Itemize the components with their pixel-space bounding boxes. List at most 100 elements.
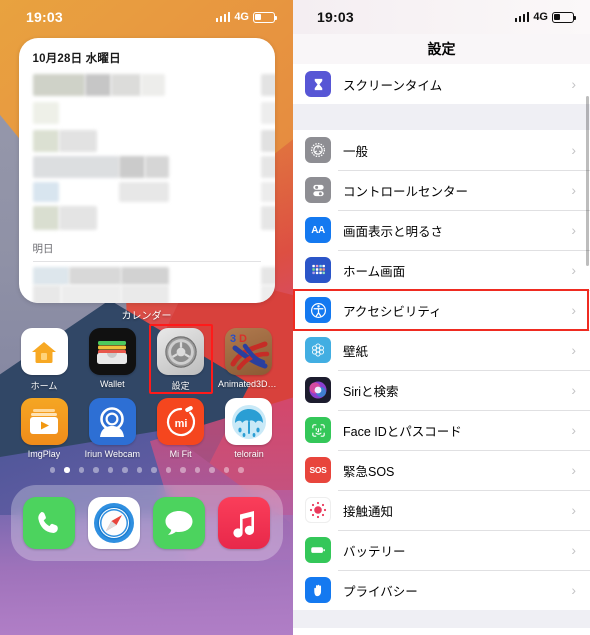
animated3d-app-icon: 3 D xyxy=(225,328,273,375)
app-grid: ホーム Wallet 設定 3 D Animated3DK... ImgPlay… xyxy=(0,322,293,459)
wallpaper-flower-icon xyxy=(305,337,331,363)
page-indicator-dots[interactable] xyxy=(0,467,293,473)
settings-row-label: 一般 xyxy=(343,144,369,159)
app-row-2: ImgPlay Iriun Webcam mi Mi Fit telorain xyxy=(14,398,279,459)
sidebar-item-privacy[interactable]: プライバシー › xyxy=(293,570,590,610)
sidebar-item-app-store[interactable]: App Store › xyxy=(293,628,590,635)
app-telorain[interactable]: telorain xyxy=(219,398,279,459)
settings-row-label: 画面表示と明るさ xyxy=(343,224,444,239)
settings-app-icon xyxy=(157,328,205,375)
app-label: Iriun Webcam xyxy=(84,449,140,459)
settings-row-label: アクセシビリティ xyxy=(343,304,442,319)
app-label: Mi Fit xyxy=(169,449,192,459)
chevron-right-icon: › xyxy=(571,582,576,598)
sidebar-item-home-screen[interactable]: ホーム画面 › xyxy=(293,250,590,290)
chevron-right-icon: › xyxy=(571,542,576,558)
widget-tomorrow-label: 明日 xyxy=(32,243,54,255)
sidebar-item-control-center[interactable]: コントロールセンター › xyxy=(293,170,590,210)
network-type-label: 4G xyxy=(533,11,548,23)
sos-icon: SOS xyxy=(305,457,331,483)
wallet-app-icon xyxy=(88,328,136,375)
chevron-right-icon: › xyxy=(571,502,576,518)
widget-date-label: 10月28日 水曜日 xyxy=(32,53,121,65)
settings-row-label: Face IDとパスコード xyxy=(343,424,462,439)
exposure-notification-icon xyxy=(305,497,331,523)
settings-row-label: スクリーンタイム xyxy=(343,78,443,93)
battery-setting-icon xyxy=(305,537,331,563)
settings-row-label: 壁紙 xyxy=(343,344,369,359)
app-iriun-webcam[interactable]: Iriun Webcam xyxy=(82,398,142,459)
home-status-bar: 19:03 4G xyxy=(0,0,293,34)
sidebar-item-face-id-passcode[interactable]: Face IDとパスコード › xyxy=(293,410,590,450)
settings-status-bar: 19:03 4G xyxy=(293,0,590,34)
network-type-label: 4G xyxy=(234,11,249,23)
sidebar-item-display-brightness[interactable]: AA 画面表示と明るさ › xyxy=(293,210,590,250)
chevron-right-icon: › xyxy=(571,262,576,278)
app-animated3d[interactable]: 3 D Animated3DK... xyxy=(217,328,280,392)
vertical-scrollbar[interactable] xyxy=(586,96,589,266)
phone-icon[interactable] xyxy=(23,496,75,549)
faceid-icon xyxy=(305,417,331,443)
hourglass-icon xyxy=(305,71,331,97)
section-gap-2 xyxy=(293,610,590,628)
ios-settings-screen: 19:03 4G 設定 スクリーンタイム › 一般 › コントロールセンター ›… xyxy=(293,0,590,635)
app-wallet[interactable]: Wallet xyxy=(82,328,142,392)
signal-strength-icon xyxy=(215,12,231,22)
widget-tomorrow-events-blurred xyxy=(32,265,275,303)
widget-events-blurred xyxy=(32,72,275,237)
calendar-widget[interactable]: 10月28日 水曜日 明日 xyxy=(18,38,275,303)
app-label: 設定 xyxy=(171,381,190,391)
chevron-right-icon: › xyxy=(571,182,576,198)
settings-row-label: 接触通知 xyxy=(343,504,394,519)
telorain-app-icon xyxy=(225,398,273,445)
chevron-right-icon: › xyxy=(571,382,576,398)
settings-row-label: バッテリー xyxy=(343,544,406,559)
app-label: ImgPlay xyxy=(27,449,61,459)
settings-row-label: コントロールセンター xyxy=(343,184,469,199)
app-imgplay[interactable]: ImgPlay xyxy=(14,398,74,459)
settings-row-label: プライバシー xyxy=(343,584,418,599)
accessibility-icon xyxy=(305,297,331,323)
svg-text:mi: mi xyxy=(174,418,187,430)
home-app-icon xyxy=(20,328,68,375)
app-label: Wallet xyxy=(99,379,125,389)
status-time: 19:03 xyxy=(317,9,354,25)
mifit-app-icon: mi xyxy=(157,398,205,445)
settings-row-label: ホーム画面 xyxy=(343,264,406,279)
sidebar-item-siri-search[interactable]: Siriと検索 › xyxy=(293,370,590,410)
sidebar-item-general[interactable]: 一般 › xyxy=(293,130,590,170)
sidebar-item-exposure-notification[interactable]: 接触通知 › xyxy=(293,490,590,530)
privacy-hand-icon xyxy=(305,577,331,603)
control-center-icon xyxy=(305,177,331,203)
app-label: telorain xyxy=(234,449,264,459)
safari-compass-icon[interactable] xyxy=(88,496,140,549)
siri-icon xyxy=(305,377,331,403)
app-mifit[interactable]: mi Mi Fit xyxy=(151,398,211,459)
chevron-right-icon: › xyxy=(571,142,576,158)
sidebar-item-emergency-sos[interactable]: SOS 緊急SOS › xyxy=(293,450,590,490)
sidebar-item-battery[interactable]: バッテリー › xyxy=(293,530,590,570)
chevron-right-icon: › xyxy=(571,462,576,478)
chevron-right-icon: › xyxy=(571,422,576,438)
app-label: ホーム xyxy=(30,381,58,391)
svg-text:D: D xyxy=(239,333,247,345)
battery-icon xyxy=(552,11,577,23)
gear-icon xyxy=(305,137,331,163)
messages-bubble-icon[interactable] xyxy=(153,496,205,549)
status-time: 19:03 xyxy=(26,9,63,25)
app-settings[interactable]: 設定 xyxy=(148,324,213,394)
sidebar-item-wallpaper[interactable]: 壁紙 › xyxy=(293,330,590,370)
chevron-right-icon: › xyxy=(571,342,576,358)
iriun-webcam-app-icon xyxy=(88,398,136,445)
settings-group-1: スクリーンタイム › xyxy=(293,64,590,104)
dock xyxy=(10,484,283,561)
sidebar-item-accessibility[interactable]: アクセシビリティ › xyxy=(293,289,590,331)
settings-row-label: 緊急SOS xyxy=(343,464,395,479)
app-label: Animated3DK... xyxy=(217,379,280,389)
chevron-right-icon: › xyxy=(571,76,576,92)
settings-group-3: App Store › WalletとApple Pay › xyxy=(293,628,590,635)
app-home[interactable]: ホーム xyxy=(14,328,74,392)
sidebar-item-screen-time[interactable]: スクリーンタイム › xyxy=(293,64,590,104)
music-note-icon[interactable] xyxy=(218,496,270,549)
chevron-right-icon: › xyxy=(571,302,576,318)
